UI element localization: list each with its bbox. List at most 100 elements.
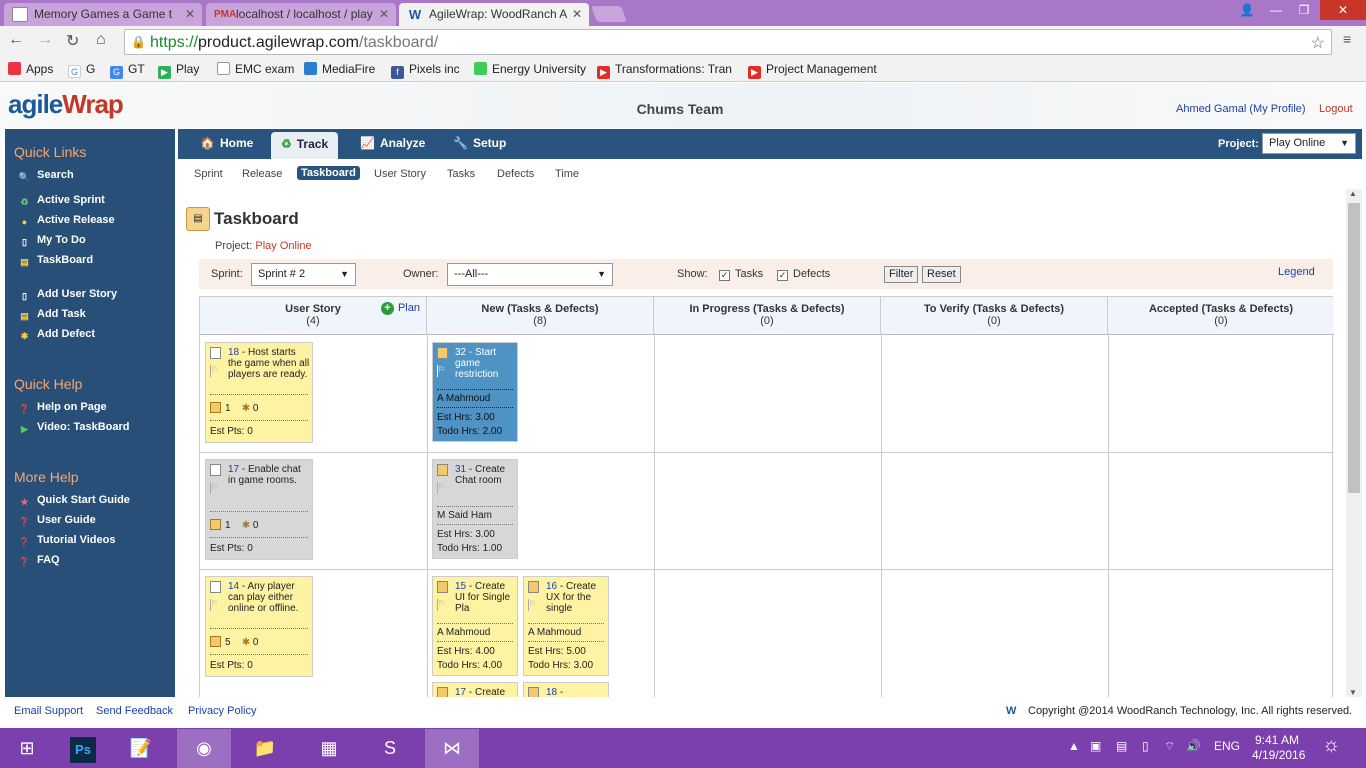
flag-icon[interactable]: ⚐ xyxy=(210,482,220,494)
windows-start-icon[interactable]: ⊞ xyxy=(0,729,54,768)
task-card[interactable]: 31 - Create Chat room ⚐ M Said Ham Est H… xyxy=(432,459,518,559)
scroll-down-icon[interactable]: ▼ xyxy=(1349,688,1357,697)
app-icon[interactable]: ▦ xyxy=(302,729,356,768)
subnav-sprint[interactable]: Sprint xyxy=(194,168,223,180)
sidebar-item-my-todo[interactable]: ▯ My To Do xyxy=(18,234,86,249)
tray-chevron-icon[interactable]: ▲ xyxy=(1068,739,1080,753)
send-feedback-link[interactable]: Send Feedback xyxy=(96,705,173,717)
sidebar-item-faq[interactable]: ❓ FAQ xyxy=(18,554,60,569)
sidebar-item-tutorial-videos[interactable]: ❓ Tutorial Videos xyxy=(18,534,116,549)
sprint-select[interactable]: Sprint # 2 ▼ xyxy=(251,263,356,286)
scroll-thumb[interactable] xyxy=(1348,203,1360,493)
flag-icon[interactable]: ⚐ xyxy=(210,599,220,611)
task-card[interactable]: 15 - Create UI for Single Pla ⚐ A Mahmou… xyxy=(432,576,518,676)
action-center-icon[interactable]: ☼ xyxy=(1322,734,1340,757)
show-tasks-checkbox[interactable]: ✓ Tasks xyxy=(719,268,763,281)
close-icon[interactable]: ✕ xyxy=(572,3,582,25)
tab-analyze[interactable]: 📈 Analyze xyxy=(350,129,435,159)
bookmark-energy[interactable]: Energy University xyxy=(474,62,586,76)
sidebar-item-active-release[interactable]: ● Active Release xyxy=(18,214,115,229)
privacy-policy-link[interactable]: Privacy Policy xyxy=(188,705,256,717)
task-card[interactable]: 16 - Create UX for the single ⚐ A Mahmou… xyxy=(523,576,609,676)
user-icon[interactable]: 👤 xyxy=(1233,0,1261,20)
task-id-link[interactable]: 32 xyxy=(455,347,466,358)
vertical-scrollbar[interactable]: ▲ ▼ xyxy=(1346,189,1362,697)
flag-icon[interactable]: ⚐ xyxy=(528,599,538,611)
sidebar-item-user-guide[interactable]: ❓ User Guide xyxy=(18,514,96,529)
reload-icon[interactable]: ↻ xyxy=(66,31,79,51)
story-id-link[interactable]: 17 xyxy=(228,464,239,475)
profile-link[interactable]: Ahmed Gamal (My Profile) xyxy=(1176,103,1306,115)
logout-link[interactable]: Logout xyxy=(1319,103,1353,115)
sidebar-item-add-user-story[interactable]: ▯ Add User Story xyxy=(18,288,117,303)
reset-button[interactable]: Reset xyxy=(922,266,961,283)
subnav-taskboard[interactable]: Taskboard xyxy=(297,166,360,180)
bookmark-play[interactable]: ▶ Play xyxy=(158,62,199,79)
subnav-time[interactable]: Time xyxy=(555,168,579,180)
bookmark-pixels[interactable]: f Pixels inc xyxy=(391,62,460,79)
clock[interactable]: 9:41 AM 4/19/2016 xyxy=(1252,733,1305,763)
flag-icon[interactable]: ⚐ xyxy=(437,482,447,494)
new-tab-button[interactable] xyxy=(591,6,627,22)
task-card[interactable]: 17 - Create xyxy=(432,682,518,697)
task-id-link[interactable]: 18 xyxy=(546,687,557,697)
tab-home[interactable]: 🏠 Home xyxy=(190,129,263,159)
skype-icon[interactable]: S xyxy=(363,729,417,768)
maximize-icon[interactable]: ❐ xyxy=(1290,0,1318,20)
menu-icon[interactable]: ≡ xyxy=(1343,31,1351,47)
sidebar-item-active-sprint[interactable]: ♻ Active Sprint xyxy=(18,194,104,209)
bookmark-gt[interactable]: G GT xyxy=(110,62,145,79)
sidebar-item-add-task[interactable]: ▤ Add Task xyxy=(18,308,85,323)
flag-icon[interactable]: ⚐ xyxy=(437,599,447,611)
volume-icon[interactable]: 🔊 xyxy=(1186,739,1201,753)
file-explorer-icon[interactable]: 📁 xyxy=(238,729,292,768)
story-card[interactable]: 17 - Enable chat in game rooms. ⚐ 1 ✱ 0 … xyxy=(205,459,313,560)
minimize-icon[interactable]: — xyxy=(1262,0,1290,20)
flag-icon[interactable]: ⚐ xyxy=(210,365,220,377)
subnav-release[interactable]: Release xyxy=(242,168,282,180)
story-card[interactable]: 14 - Any player can play either online o… xyxy=(205,576,313,677)
bookmark-emc[interactable]: EMC exam xyxy=(217,62,294,76)
scroll-up-icon[interactable]: ▲ xyxy=(1349,189,1357,198)
sidebar-item-video-taskboard[interactable]: ▶ Video: TaskBoard xyxy=(18,421,129,436)
chrome-icon[interactable]: ◉ xyxy=(177,729,231,768)
browser-tab[interactable]: Memory Games a Game t ✕ xyxy=(4,3,202,26)
wifi-icon[interactable]: ⌔ xyxy=(1164,739,1175,754)
legend-link[interactable]: Legend xyxy=(1278,266,1315,278)
story-id-link[interactable]: 18 xyxy=(228,347,239,358)
project-link[interactable]: Play Online xyxy=(255,240,311,252)
project-select[interactable]: Play Online ▼ xyxy=(1262,133,1356,154)
sidebar-item-help-on-page[interactable]: ❓ Help on Page xyxy=(18,401,107,416)
task-id-link[interactable]: 17 xyxy=(455,687,466,697)
task-id-link[interactable]: 15 xyxy=(455,581,466,592)
subnav-defects[interactable]: Defects xyxy=(497,168,534,180)
browser-tab[interactable]: PMA localhost / localhost / play ✕ xyxy=(206,3,396,26)
flag-icon[interactable]: ⚐ xyxy=(437,365,447,377)
close-icon[interactable]: ✕ xyxy=(185,3,195,25)
bookmark-transformations[interactable]: ▶ Transformations: Tran xyxy=(597,62,733,79)
bookmark-project-management[interactable]: ▶ Project Management xyxy=(748,62,877,79)
plan-button[interactable]: + Plan xyxy=(380,302,420,315)
back-icon[interactable]: ← xyxy=(8,31,24,49)
bookmark-mediafire[interactable]: MediaFire xyxy=(304,62,375,76)
tab-setup[interactable]: 🔧 Setup xyxy=(443,129,516,159)
tab-track[interactable]: ♻ Track xyxy=(271,132,339,159)
filter-button[interactable]: Filter xyxy=(884,266,919,283)
url-field[interactable]: 🔒 https://product.agilewrap.com/taskboar… xyxy=(124,29,1332,55)
visual-studio-icon[interactable]: ⋈ xyxy=(425,729,479,768)
notepad-icon[interactable]: 📝 xyxy=(114,729,168,768)
sidebar-item-add-defect[interactable]: ✱ Add Defect xyxy=(18,328,95,343)
sidebar-item-taskboard[interactable]: ▤ TaskBoard xyxy=(18,254,93,269)
tray-app-icon[interactable]: ▣ xyxy=(1090,739,1101,753)
bookmark-g[interactable]: GG xyxy=(68,62,95,78)
close-icon[interactable]: ✕ xyxy=(379,3,389,25)
subnav-tasks[interactable]: Tasks xyxy=(447,168,475,180)
tray-app-icon[interactable]: ▤ xyxy=(1116,739,1127,753)
home-icon[interactable]: ⌂ xyxy=(96,31,106,49)
forward-icon[interactable]: → xyxy=(37,31,53,49)
task-card[interactable]: 18 - "Network xyxy=(523,682,609,697)
agilewrap-logo[interactable]: agileWrap xyxy=(8,89,124,120)
bookmark-apps[interactable]: Apps xyxy=(8,62,53,76)
sidebar-item-search[interactable]: 🔍 Search xyxy=(18,169,74,184)
story-card[interactable]: 18 - Host starts the game when all playe… xyxy=(205,342,313,443)
